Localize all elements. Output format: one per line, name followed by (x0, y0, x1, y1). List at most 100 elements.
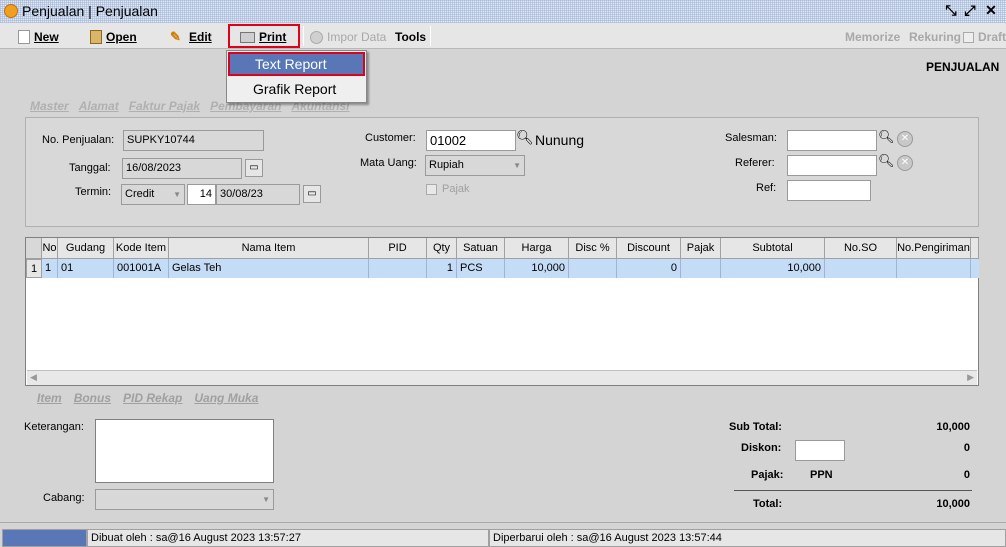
subtotal-value: 10,000 (936, 421, 970, 433)
tab-uang-muka[interactable]: Uang Muka (194, 391, 258, 405)
termin-date-field[interactable]: 30/08/23 (216, 184, 300, 205)
items-grid: No Gudang Kode Item Nama Item PID Qty Sa… (25, 237, 979, 386)
col-kode-item[interactable]: Kode Item (114, 238, 169, 259)
cabang-label: Cabang: (43, 492, 85, 504)
col-no-pengiriman[interactable]: No.Pengiriman (897, 238, 971, 259)
open-button[interactable]: Open (90, 27, 137, 47)
toolbar: New Open ✎ Edit Print Impor Data Tools M… (0, 23, 1006, 49)
pajak-box (426, 183, 437, 195)
edit-label: Edit (189, 30, 212, 44)
tab-item[interactable]: Item (37, 391, 62, 405)
rekuring-button[interactable]: Rekuring (909, 27, 961, 47)
tab-alamat[interactable]: Alamat (79, 99, 119, 116)
col-satuan[interactable]: Satuan (457, 238, 505, 259)
chevron-down-icon: ▼ (262, 495, 270, 504)
col-subtotal[interactable]: Subtotal (721, 238, 825, 259)
total-value: 10,000 (936, 498, 970, 510)
salesman-field[interactable] (787, 130, 877, 151)
status-indicator (2, 529, 87, 547)
pajak-total-label: Pajak: (751, 469, 784, 481)
col-nama-item[interactable]: Nama Item (169, 238, 369, 259)
ref-field[interactable] (787, 180, 871, 201)
cell-gudang: 01 (58, 259, 114, 278)
search-icon[interactable]: 🔍︎ (516, 129, 534, 146)
col-no[interactable]: No (42, 238, 58, 259)
col-filler (971, 238, 979, 259)
tanggal-label: Tanggal: (69, 162, 111, 174)
col-discount[interactable]: Discount (617, 238, 681, 259)
pajak-checkbox[interactable]: Pajak (426, 183, 470, 195)
import-data-button[interactable]: Impor Data (310, 27, 386, 47)
diskon-field[interactable] (795, 440, 845, 461)
referer-field[interactable] (787, 155, 877, 176)
termin-days-field[interactable]: 14 (187, 184, 216, 205)
close-icon[interactable]: ✕ (983, 2, 999, 18)
total-divider (734, 490, 972, 491)
cell-no: 1 (42, 259, 58, 278)
pajak-label: Pajak (442, 183, 470, 195)
scroll-right-icon[interactable]: ▶ (967, 372, 974, 383)
tanggal-field[interactable]: 16/08/2023 (122, 158, 242, 179)
cell-no-so (825, 259, 897, 278)
col-disc[interactable]: Disc % (569, 238, 617, 259)
status-updated: Diperbarui oleh : sa@16 August 2023 13:5… (489, 529, 1006, 547)
no-penjualan-label: No. Penjualan: (42, 134, 115, 146)
referer-label: Referer: (735, 157, 775, 169)
tab-bonus[interactable]: Bonus (74, 391, 111, 405)
title-bar: Penjualan | Penjualan ⤡ ⤢ ✕ (0, 0, 1006, 23)
cell-subtotal: 10,000 (721, 259, 825, 278)
print-highlight (228, 24, 300, 48)
cell-nama-item: Gelas Teh (169, 259, 369, 278)
scroll-left-icon[interactable]: ◀ (30, 372, 37, 383)
search-icon[interactable]: 🔍︎ (878, 129, 895, 145)
draft-label: Draft (978, 30, 1006, 44)
tab-master[interactable]: Master (30, 99, 69, 116)
col-pajak[interactable]: Pajak (681, 238, 721, 259)
cell-satuan: PCS (457, 259, 505, 278)
col-no-so[interactable]: No.SO (825, 238, 897, 259)
col-harga[interactable]: Harga (505, 238, 569, 259)
tab-pid-rekap[interactable]: PID Rekap (123, 391, 182, 405)
status-divider (0, 522, 1006, 523)
keterangan-textarea[interactable] (95, 419, 274, 483)
app-icon (4, 4, 18, 18)
horizontal-scrollbar[interactable]: ◀ ▶ (27, 370, 977, 385)
col-pid[interactable]: PID (369, 238, 427, 259)
print-menu: Text Report Grafik Report (226, 50, 367, 103)
tools-button[interactable]: Tools (395, 27, 426, 47)
draft-checkbox[interactable]: Draft (963, 27, 1006, 47)
search-icon[interactable]: 🔍︎ (878, 153, 895, 169)
clear-icon[interactable]: ✕ (897, 131, 913, 147)
cell-pajak (681, 259, 721, 278)
cell-qty: 1 (427, 259, 457, 278)
calendar-icon[interactable]: ▭ (245, 159, 263, 177)
col-qty[interactable]: Qty (427, 238, 457, 259)
import-label: Impor Data (327, 30, 387, 44)
memorize-button[interactable]: Memorize (845, 27, 900, 47)
cell-kode-item: 001001A (114, 259, 169, 278)
customer-code-field[interactable]: 01002 (426, 130, 516, 151)
menu-item-grafik-report[interactable]: Grafik Report (228, 77, 365, 101)
diskon-label: Diskon: (741, 442, 782, 454)
menu-item-text-report[interactable]: Text Report (228, 52, 365, 76)
tab-faktur-pajak[interactable]: Faktur Pajak (129, 99, 200, 116)
calendar-icon[interactable]: ▭ (303, 185, 321, 203)
salesman-label: Salesman: (725, 132, 777, 144)
pajak-total-value: 0 (963, 469, 970, 481)
cabang-select[interactable]: ▼ (95, 489, 274, 510)
termin-label: Termin: (75, 186, 112, 198)
mata-uang-select[interactable]: Rupiah ▼ (425, 155, 525, 176)
col-gudang[interactable]: Gudang (58, 238, 114, 259)
no-penjualan-field[interactable]: SUPKY10744 (123, 130, 264, 151)
termin-select[interactable]: Credit ▼ (121, 184, 185, 205)
edit-button[interactable]: ✎ Edit (170, 27, 212, 47)
customer-label: Customer: (365, 132, 416, 144)
keterangan-label: Keterangan: (24, 421, 84, 433)
memorize-label: Memorize (845, 30, 901, 44)
maximize-icon[interactable]: ⤢ (962, 2, 978, 18)
restore-icon[interactable]: ⤡ (943, 2, 959, 18)
chevron-down-icon: ▼ (173, 190, 181, 199)
clear-icon[interactable]: ✕ (897, 155, 913, 171)
draft-box (963, 31, 974, 43)
new-button[interactable]: New (18, 27, 59, 47)
